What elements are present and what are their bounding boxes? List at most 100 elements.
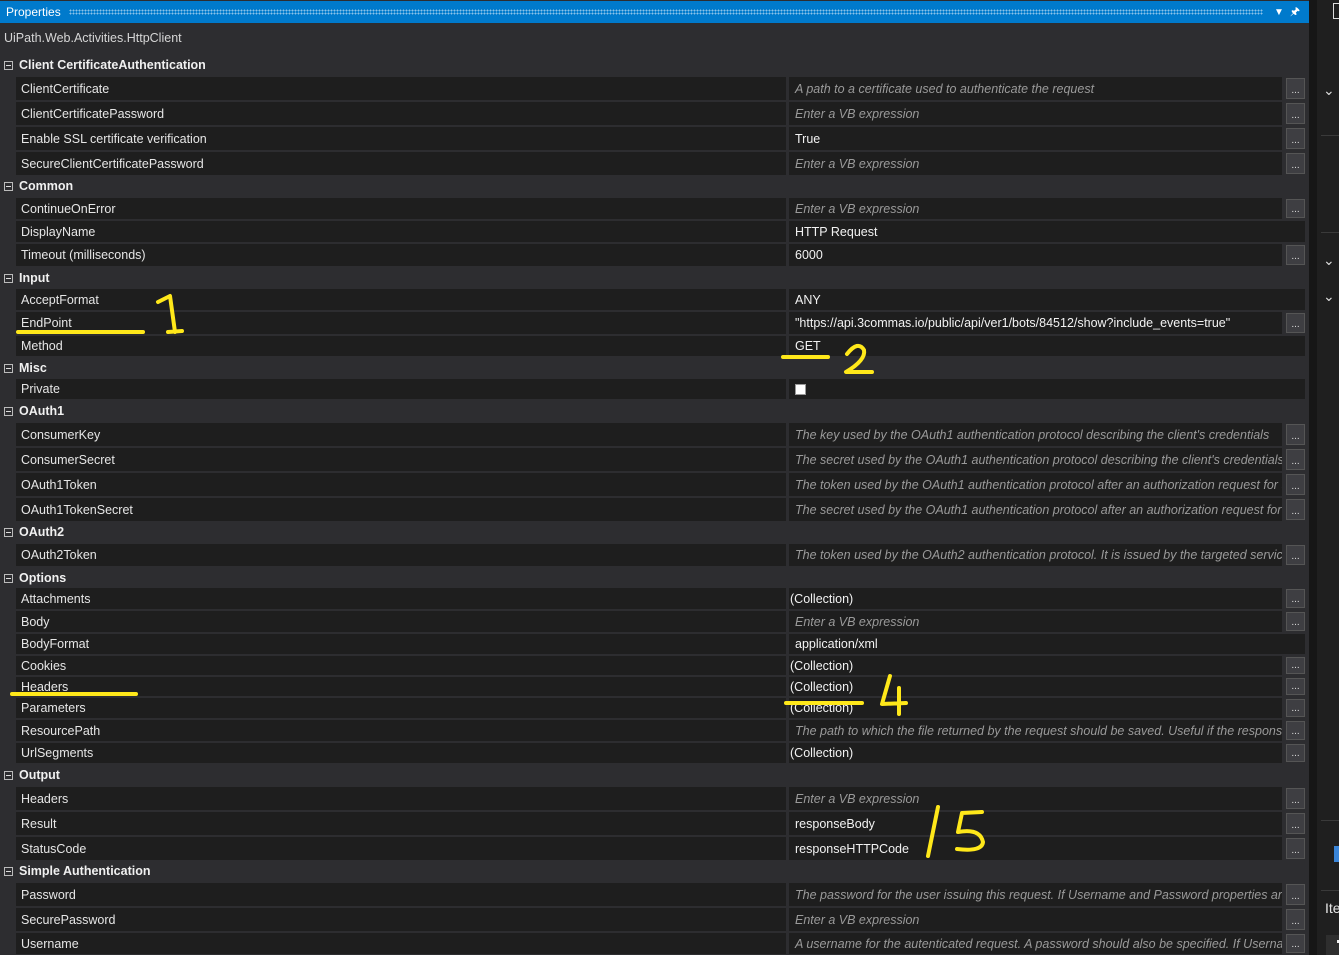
ellipsis-button[interactable]: ... — [1286, 153, 1305, 174]
property-value[interactable]: application/xml — [789, 634, 1305, 654]
ellipsis-button[interactable]: ... — [1286, 545, 1305, 565]
ellipsis-button[interactable]: ... — [1286, 499, 1305, 520]
property-value[interactable]: ANY — [789, 289, 1305, 310]
property-value[interactable]: The secret used by the OAuth1 authentica… — [789, 448, 1282, 471]
blue-item-icon[interactable] — [1334, 846, 1339, 862]
ellipsis-button[interactable]: ... — [1286, 721, 1305, 740]
collapse-icon[interactable] — [4, 181, 13, 191]
property-name[interactable]: ClientCertificate — [16, 77, 786, 100]
property-name[interactable]: OAuth1Token — [16, 473, 786, 496]
chevron-down-icon[interactable]: ⌄ — [1323, 252, 1335, 269]
property-value-checkbox-cell[interactable] — [789, 379, 1305, 399]
ellipsis-button[interactable]: ... — [1286, 474, 1305, 495]
category-header[interactable]: Input — [0, 267, 1309, 289]
category-header[interactable]: Output — [0, 764, 1309, 786]
property-value[interactable]: (Collection) — [789, 698, 1282, 718]
collapse-icon[interactable] — [4, 363, 13, 373]
ellipsis-button[interactable]: ... — [1286, 449, 1305, 470]
ellipsis-button[interactable]: ... — [1286, 245, 1305, 265]
property-value[interactable]: Enter a VB expression — [789, 908, 1282, 931]
document-icon[interactable] — [1333, 3, 1339, 19]
category-header[interactable]: OAuth2 — [0, 521, 1309, 543]
pin-icon[interactable]: 🖈 — [1287, 3, 1303, 22]
property-value[interactable]: GET — [789, 336, 1305, 356]
category-header[interactable]: Common — [0, 175, 1309, 197]
private-checkbox[interactable] — [795, 383, 806, 395]
property-name[interactable]: Parameters — [16, 698, 786, 718]
property-value[interactable]: (Collection) — [789, 588, 1282, 609]
property-value[interactable]: (Collection) — [789, 743, 1282, 763]
category-header[interactable]: OAuth1 — [0, 400, 1309, 422]
property-name[interactable]: ConsumerSecret — [16, 448, 786, 471]
property-name[interactable]: UrlSegments — [16, 743, 786, 763]
property-name[interactable]: DisplayName — [16, 221, 786, 242]
ellipsis-button[interactable]: ... — [1286, 699, 1305, 717]
chevron-down-icon[interactable]: ⌄ — [1323, 82, 1335, 99]
panel-title-bar[interactable]: Properties ▼ 🖈 — [0, 1, 1309, 23]
ellipsis-button[interactable]: ... — [1286, 612, 1305, 631]
property-name[interactable]: OAuth1TokenSecret — [16, 498, 786, 521]
category-header[interactable]: Client CertificateAuthentication — [0, 54, 1309, 76]
property-value[interactable]: The key used by the OAuth1 authenticatio… — [789, 423, 1282, 446]
ellipsis-button[interactable]: ... — [1286, 103, 1305, 124]
property-value[interactable]: responseHTTPCode — [789, 837, 1282, 860]
ellipsis-button[interactable]: ... — [1286, 884, 1305, 905]
property-name[interactable]: Result — [16, 812, 786, 835]
property-name[interactable]: Username — [16, 933, 786, 954]
ellipsis-button[interactable]: ... — [1286, 678, 1305, 695]
ellipsis-button[interactable]: ... — [1286, 813, 1305, 834]
panel-splitter[interactable] — [1309, 0, 1317, 955]
collapse-icon[interactable] — [4, 866, 13, 876]
property-name[interactable]: SecurePassword — [16, 908, 786, 931]
dropdown-arrow-icon[interactable]: ▼ — [1271, 7, 1287, 18]
ellipsis-button[interactable]: ... — [1286, 744, 1305, 762]
property-name[interactable]: EndPoint — [16, 312, 786, 334]
property-name[interactable]: Private — [16, 379, 786, 399]
ellipsis-button[interactable]: ... — [1286, 657, 1305, 674]
property-name[interactable]: OAuth2Token — [16, 544, 786, 566]
collapse-icon[interactable] — [4, 770, 13, 780]
ellipsis-button[interactable]: ... — [1286, 313, 1305, 333]
property-value[interactable]: (Collection) — [789, 656, 1282, 675]
property-value[interactable]: Enter a VB expression — [789, 152, 1282, 175]
property-value[interactable]: "https://api.3commas.io/public/api/ver1/… — [789, 312, 1282, 334]
property-name[interactable]: Body — [16, 611, 786, 632]
category-header[interactable]: Misc — [0, 357, 1309, 379]
collapse-icon[interactable] — [4, 60, 13, 70]
property-name[interactable]: Attachments — [16, 588, 786, 609]
property-value[interactable]: The token used by the OAuth2 authenticat… — [789, 544, 1282, 566]
collapse-icon[interactable] — [4, 406, 13, 416]
property-name[interactable]: ResourcePath — [16, 720, 786, 741]
ellipsis-button[interactable]: ... — [1286, 128, 1305, 149]
property-value[interactable]: The password for the user issuing this r… — [789, 883, 1282, 906]
property-value[interactable]: 6000 — [789, 244, 1282, 266]
property-name[interactable]: ClientCertificatePassword — [16, 102, 786, 125]
category-header[interactable]: Options — [0, 567, 1309, 589]
ellipsis-button[interactable]: ... — [1286, 838, 1305, 859]
property-name[interactable]: ConsumerKey — [16, 423, 786, 446]
property-name[interactable]: Timeout (milliseconds) — [16, 244, 786, 266]
property-value[interactable]: Enter a VB expression — [789, 611, 1282, 632]
partial-control[interactable] — [1326, 935, 1339, 955]
property-value[interactable]: True — [789, 127, 1282, 150]
property-value[interactable]: Enter a VB expression — [789, 102, 1282, 125]
property-name[interactable]: AcceptFormat — [16, 289, 786, 310]
property-value[interactable]: (Collection) — [789, 677, 1282, 696]
property-name[interactable]: Headers — [16, 677, 786, 696]
property-value[interactable]: The path to which the file returned by t… — [789, 720, 1282, 741]
property-value[interactable]: responseBody — [789, 812, 1282, 835]
property-name[interactable]: Password — [16, 883, 786, 906]
property-name[interactable]: SecureClientCertificatePassword — [16, 152, 786, 175]
collapse-icon[interactable] — [4, 527, 13, 537]
property-name[interactable]: Method — [16, 336, 786, 356]
chevron-down-icon[interactable]: ⌄ — [1323, 288, 1335, 305]
property-name[interactable]: ContinueOnError — [16, 198, 786, 219]
category-header[interactable]: Simple Authentication — [0, 860, 1309, 882]
ellipsis-button[interactable]: ... — [1286, 934, 1305, 953]
ellipsis-button[interactable]: ... — [1286, 78, 1305, 99]
property-value[interactable]: HTTP Request — [789, 221, 1305, 242]
property-name[interactable]: Cookies — [16, 656, 786, 675]
ellipsis-button[interactable]: ... — [1286, 788, 1305, 809]
property-value[interactable]: Enter a VB expression — [789, 198, 1282, 219]
property-value[interactable]: The token used by the OAuth1 authenticat… — [789, 473, 1282, 496]
